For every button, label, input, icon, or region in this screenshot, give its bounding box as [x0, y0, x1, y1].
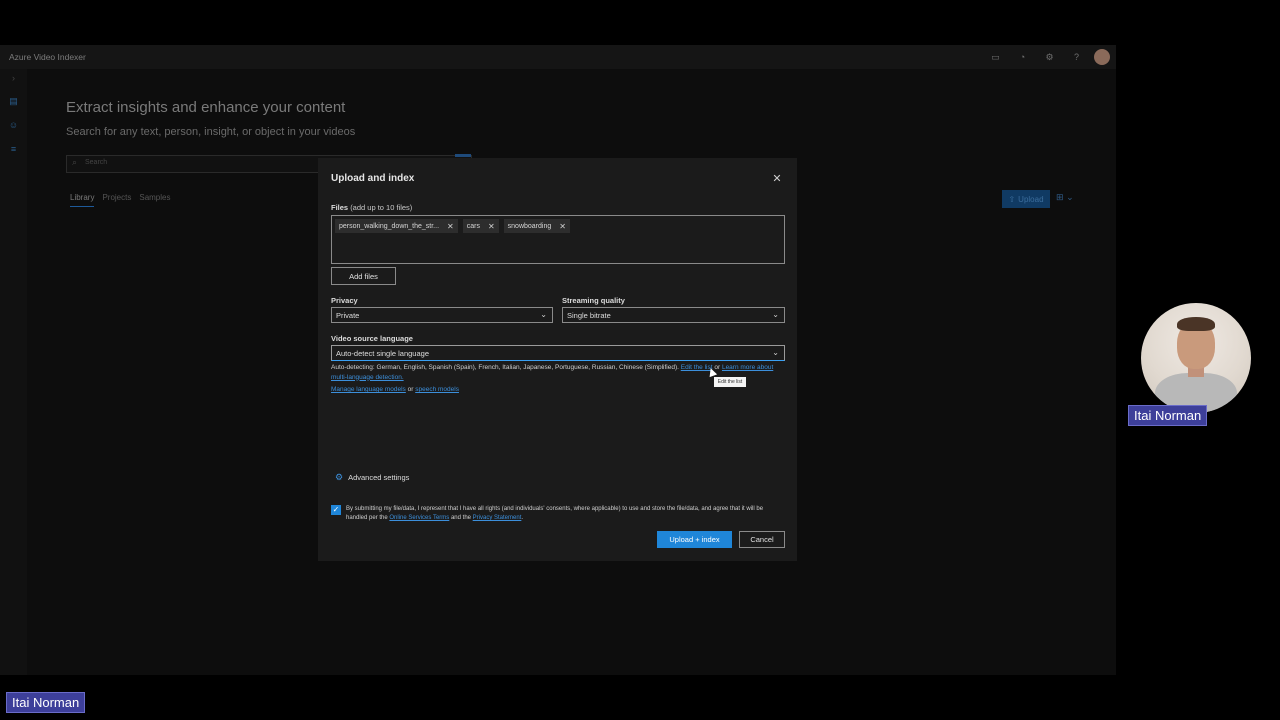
search-placeholder: Search [85, 159, 108, 166]
files-note: (add up to 10 files) [350, 203, 413, 212]
speech-models-link[interactable]: speech models [415, 386, 459, 393]
top-icons: ▭ ◔ ⚙ ? [982, 49, 1110, 65]
dialog-title: Upload and index [331, 173, 415, 184]
help-icon[interactable]: ? [1063, 49, 1090, 65]
self-name-tag: Itai Norman [6, 692, 86, 713]
file-chip: person_walking_down_the_str... ✕ [335, 219, 458, 233]
expand-icon[interactable]: › [8, 73, 19, 84]
feedback-icon[interactable]: ▭ [982, 49, 1009, 65]
privacy-label: Privacy [331, 296, 358, 305]
streaming-select[interactable]: Single bitrate ⌄ [562, 307, 785, 323]
presenter-video [1141, 303, 1251, 413]
tooltip: Edit the list [714, 377, 746, 387]
remove-file-icon[interactable]: ✕ [559, 222, 566, 231]
tab-samples[interactable]: Samples [139, 193, 170, 207]
language-value: Auto-detect single language [336, 349, 429, 358]
remove-file-icon[interactable]: ✕ [447, 222, 454, 231]
close-icon[interactable]: ✕ [770, 172, 784, 186]
models-links: Manage language models or speech models [331, 386, 459, 393]
consent-text: By submitting my file/data, I represent … [346, 505, 783, 523]
consent-checkbox[interactable]: ✓ [331, 505, 341, 515]
left-rail: › ▤ ☺ ≡ [0, 69, 27, 675]
manage-language-models-link[interactable]: Manage language models [331, 386, 406, 393]
library-tabs: Library Projects Samples [70, 193, 170, 207]
upload-button[interactable]: ⇧ Upload [1002, 190, 1050, 208]
bell-icon[interactable]: ◔ [1009, 49, 1036, 65]
chevron-down-icon: ⌄ [540, 310, 547, 319]
presenter-hair [1177, 317, 1215, 331]
view-toggle[interactable]: ⊞ ⌄ [1056, 192, 1074, 203]
file-chip: cars ✕ [462, 219, 499, 233]
add-files-button[interactable]: Add files [331, 267, 396, 285]
files-label-text: Files [331, 203, 349, 212]
privacy-value: Private [336, 311, 360, 320]
consent-and: and the [450, 515, 471, 521]
tab-library[interactable]: Library [70, 193, 95, 207]
user-avatar[interactable] [1094, 49, 1110, 65]
remove-file-icon[interactable]: ✕ [488, 222, 495, 231]
streaming-label: Streaming quality [562, 296, 625, 305]
chevron-down-icon: ⌄ [772, 348, 779, 357]
presenter-name-tag: Itai Norman [1128, 405, 1208, 426]
upload-index-button[interactable]: Upload + index [657, 531, 732, 548]
settings-list-icon[interactable]: ≡ [8, 144, 19, 155]
file-name: cars [466, 222, 480, 230]
upload-label: Upload [1018, 194, 1044, 204]
file-name: snowboarding [507, 222, 552, 230]
file-chip: snowboarding ✕ [503, 219, 570, 233]
advanced-settings-label: Advanced settings [348, 473, 410, 482]
gear-icon[interactable]: ⚙ [1036, 49, 1063, 65]
files-label: Files (add up to 10 files) [331, 203, 412, 212]
language-select[interactable]: Auto-detect single language ⌄ [331, 345, 785, 361]
file-name: person_walking_down_the_str... [339, 222, 440, 230]
page-title: Extract insights and enhance your conten… [66, 99, 346, 116]
tab-projects[interactable]: Projects [102, 193, 131, 207]
advanced-settings-toggle[interactable]: ⚙ Advanced settings [335, 472, 409, 483]
search-accent [455, 154, 471, 157]
privacy-select[interactable]: Private ⌄ [331, 307, 553, 323]
autodetect-text: Auto-detecting: German, English, Spanish… [331, 364, 679, 371]
cancel-button[interactable]: Cancel [739, 531, 785, 548]
language-label: Video source language [331, 334, 413, 343]
consent-end: . [521, 515, 524, 521]
app-title: Azure Video Indexer [9, 52, 86, 62]
chevron-down-icon: ⌄ [772, 310, 779, 319]
top-bar: Azure Video Indexer ▭ ◔ ⚙ ? [0, 45, 1116, 69]
files-box[interactable]: person_walking_down_the_str... ✕ cars ✕ … [331, 215, 785, 264]
online-services-terms-link[interactable]: Online Services Terms [389, 515, 449, 521]
or-text: or [407, 386, 414, 393]
people-icon[interactable]: ☺ [8, 120, 19, 131]
privacy-statement-link[interactable]: Privacy Statement [473, 515, 522, 521]
streaming-value: Single bitrate [567, 311, 611, 320]
chevron-down-icon: ⌄ [1066, 192, 1074, 202]
upload-dialog: Upload and index ✕ Files (add up to 10 f… [318, 158, 797, 561]
settings-gear-icon: ⚙ [335, 472, 344, 482]
upload-icon: ⇧ [1008, 194, 1016, 204]
search-icon: ⌕ [72, 157, 78, 167]
library-icon[interactable]: ▤ [8, 96, 19, 107]
grid-icon: ⊞ [1056, 192, 1064, 202]
page-subtitle: Search for any text, person, insight, or… [66, 126, 356, 138]
